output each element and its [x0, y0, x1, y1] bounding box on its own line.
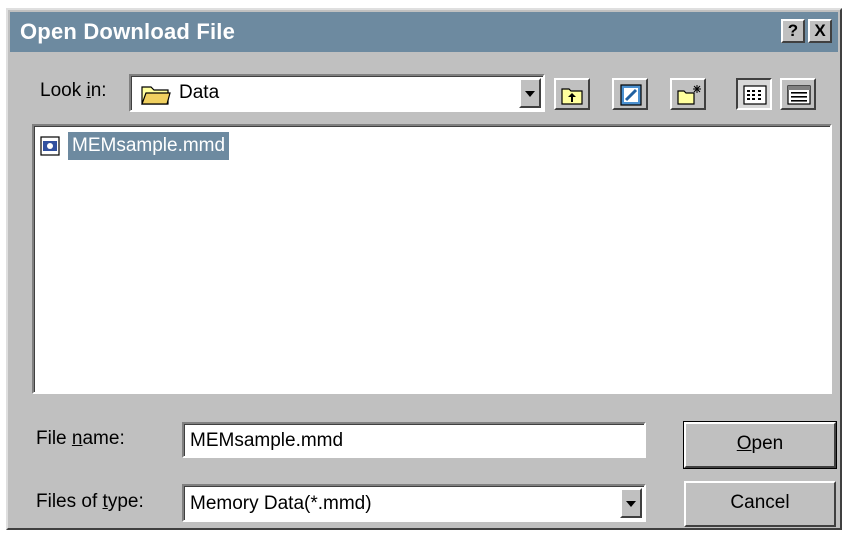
files-of-type-label: Files of type: — [36, 491, 144, 512]
look-in-combobox[interactable]: Data — [129, 74, 545, 112]
file-name-input[interactable]: MEMsample.mmd — [182, 422, 646, 458]
chevron-down-icon — [525, 91, 535, 97]
folder-icon — [141, 86, 171, 105]
files-of-type-combobox[interactable]: Memory Data(*.mmd) — [182, 484, 646, 522]
help-button[interactable]: ? — [781, 19, 805, 43]
files-of-type-value: Memory Data(*.mmd) — [190, 493, 372, 514]
file-icon — [40, 136, 60, 156]
new-folder-icon — [677, 85, 701, 105]
up-one-level-button[interactable] — [554, 78, 590, 110]
window-title: Open Download File — [20, 19, 236, 44]
create-new-folder-button[interactable] — [670, 78, 706, 110]
look-in-value: Data — [179, 82, 220, 103]
close-button[interactable]: X — [808, 19, 832, 43]
view-desktop-button[interactable] — [612, 78, 648, 110]
list-view-icon — [743, 85, 767, 105]
file-name-label: MEMsample.mmd — [68, 132, 230, 160]
file-list[interactable]: MEMsample.mmd — [32, 124, 832, 394]
list-view-button[interactable] — [736, 78, 772, 110]
cancel-button[interactable]: Cancel — [684, 481, 836, 527]
open-button[interactable]: Open — [683, 421, 837, 469]
file-name-value: MEMsample.mmd — [190, 430, 344, 451]
chevron-down-icon — [626, 501, 636, 507]
up-folder-icon — [561, 88, 583, 105]
title-bar[interactable]: Open Download File ? X — [10, 12, 838, 52]
details-view-icon — [787, 85, 811, 105]
look-in-dropdown-button[interactable] — [519, 78, 541, 108]
look-in-label: Look in: — [40, 80, 107, 101]
open-download-file-dialog: Open Download File ? X Look in: Data MEM… — [6, 8, 842, 530]
details-view-button[interactable] — [780, 78, 816, 110]
file-name-label-text: File name: — [36, 428, 125, 449]
files-of-type-dropdown-button[interactable] — [620, 488, 642, 518]
desktop-icon — [620, 84, 642, 106]
